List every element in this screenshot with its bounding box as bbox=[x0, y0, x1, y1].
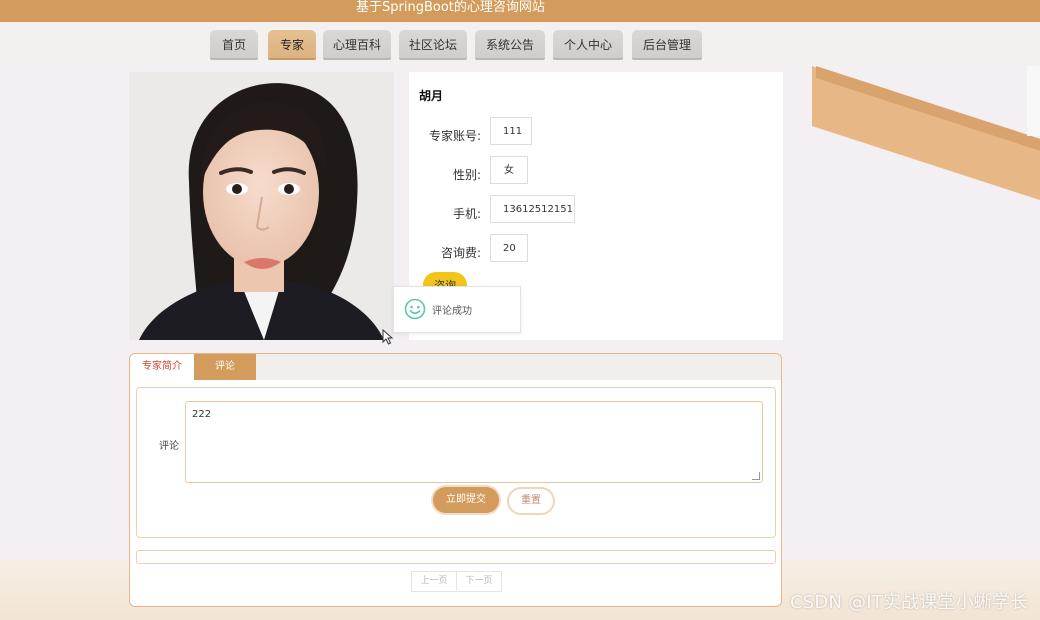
tab-comments[interactable]: 评论 bbox=[194, 354, 256, 380]
site-header: 基于SpringBoot的心理咨询网站 bbox=[0, 0, 1040, 22]
fee-value: 20 bbox=[490, 234, 528, 262]
prev-page-button[interactable]: 上一页 bbox=[412, 572, 456, 591]
nav-community-forum[interactable]: 社区论坛 bbox=[399, 30, 467, 58]
comment-textarea[interactable]: 222 bbox=[185, 401, 763, 483]
tab-bar: 专家简介 评论 bbox=[130, 354, 781, 380]
comment-form: 评论 222 立即提交 重置 bbox=[136, 387, 776, 538]
phone-value: 13612512151 bbox=[490, 195, 575, 223]
nav-psych-encyclopedia[interactable]: 心理百科 bbox=[323, 30, 391, 58]
nav-announcements[interactable]: 系统公告 bbox=[475, 30, 545, 58]
phone-label: 手机: bbox=[452, 207, 481, 221]
resize-handle-icon[interactable] bbox=[752, 472, 760, 480]
nav-admin[interactable]: 后台管理 bbox=[632, 30, 702, 58]
toast-message: 评论成功 bbox=[432, 306, 472, 317]
tab-expert-intro[interactable]: 专家简介 bbox=[130, 354, 194, 380]
reset-button[interactable]: 重置 bbox=[507, 487, 555, 515]
expert-photo bbox=[129, 72, 394, 340]
background-decoration bbox=[812, 66, 1040, 224]
expert-name: 胡月 bbox=[419, 89, 444, 103]
nav-personal-center[interactable]: 个人中心 bbox=[553, 30, 623, 58]
gender-value: 女 bbox=[490, 156, 528, 184]
main-nav: 首页 专家 心理百科 社区论坛 系统公告 个人中心 后台管理 bbox=[0, 22, 1040, 66]
nav-experts[interactable]: 专家 bbox=[268, 30, 316, 58]
watermark: CSDN @IT实战课堂小蜥学长 bbox=[790, 592, 1029, 613]
next-page-button[interactable]: 下一页 bbox=[456, 572, 501, 591]
comment-text: 222 bbox=[192, 409, 212, 420]
mouse-pointer-icon bbox=[382, 329, 394, 345]
account-value: 111 bbox=[490, 117, 532, 145]
fee-label: 咨询费: bbox=[440, 246, 481, 260]
smile-icon bbox=[404, 298, 426, 320]
comment-label: 评论 bbox=[159, 441, 179, 452]
gender-label: 性别: bbox=[452, 168, 481, 182]
background-decoration bbox=[1027, 66, 1040, 136]
nav-home[interactable]: 首页 bbox=[210, 30, 258, 58]
expert-portrait-image bbox=[129, 72, 394, 340]
site-title: 基于SpringBoot的心理咨询网站 bbox=[356, 0, 545, 15]
pagination: 上一页 下一页 bbox=[411, 571, 502, 592]
submit-button[interactable]: 立即提交 bbox=[433, 487, 499, 513]
comment-list bbox=[136, 550, 776, 564]
success-toast: 评论成功 bbox=[393, 286, 521, 333]
detail-tabs-panel: 专家简介 评论 评论 222 立即提交 重置 上一页 下一页 bbox=[129, 353, 782, 607]
account-label: 专家账号: bbox=[428, 129, 481, 143]
